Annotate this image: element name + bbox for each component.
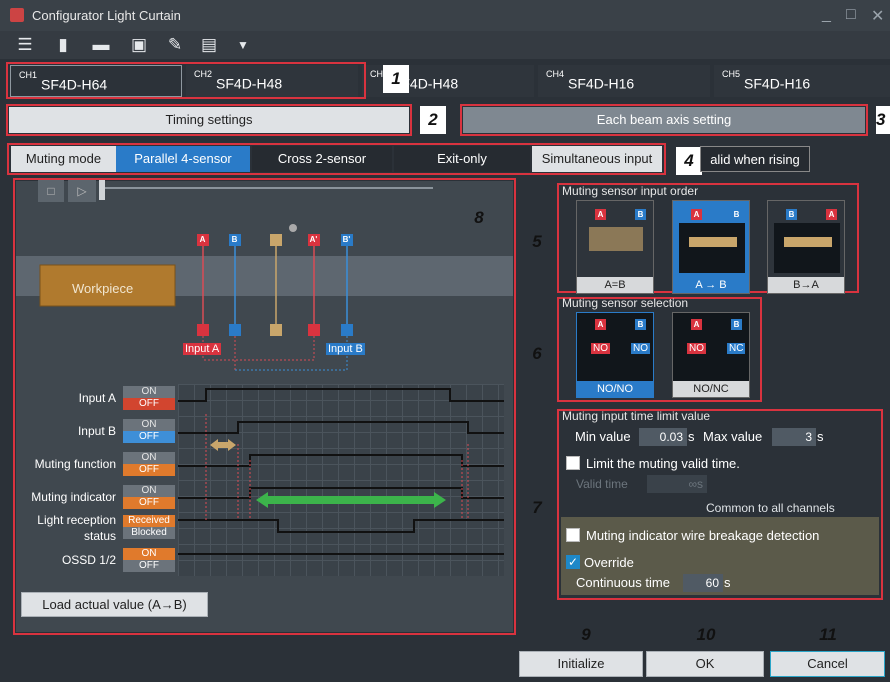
input-a-state[interactable]: ON OFF xyxy=(123,386,175,410)
override-checkbox[interactable]: ✓ xyxy=(566,555,580,569)
info-icon[interactable]: ▤ xyxy=(198,35,220,55)
dropdown-icon[interactable]: ▼ xyxy=(232,35,254,55)
input-a-tag: Input A xyxy=(183,343,222,355)
initialize-button[interactable]: Initialize xyxy=(519,651,643,677)
muting-function-state: ON OFF xyxy=(123,452,175,476)
muting-indicator-state: ON OFF xyxy=(123,485,175,509)
row-label-input-a: Input A xyxy=(78,391,116,405)
common-to-all-channels: Common to all channels xyxy=(706,501,835,515)
limit-valid-time-checkbox[interactable] xyxy=(566,456,580,470)
sensor-selection-title: Muting sensor selection xyxy=(562,296,689,310)
callout-9: 9 xyxy=(581,625,591,644)
workpiece-label: Workpiece xyxy=(72,281,134,296)
continuous-time-unit: s xyxy=(724,575,731,590)
min-value-input[interactable]: 0.03 xyxy=(639,428,687,446)
tab-ch4[interactable]: CH4SF4D-H16 xyxy=(538,65,710,97)
input-order-title: Muting sensor input order xyxy=(562,184,699,198)
callout-5: 5 xyxy=(532,232,542,251)
timing-waveforms xyxy=(178,388,504,555)
callout-10: 10 xyxy=(696,625,716,644)
toolbar: ☰ ▮ ▬ ▣ ✎ ▤ ▼ xyxy=(0,31,890,59)
maximize-button[interactable]: □ xyxy=(846,6,856,24)
wire-breakage-checkbox[interactable] xyxy=(566,528,580,542)
min-value-label: Min value xyxy=(575,429,631,444)
load-actual-value-button[interactable]: Load actual value (A→B) xyxy=(21,592,208,617)
sensor-a-no-2: NO xyxy=(687,343,706,354)
wire-breakage-label: Muting indicator wire breakage detection xyxy=(586,528,820,543)
max-value-unit: s xyxy=(817,429,824,444)
new-file-icon[interactable]: ▮ xyxy=(52,35,74,55)
close-button[interactable]: ✕ xyxy=(871,6,884,26)
row-label-muting-function: Muting function xyxy=(34,457,116,471)
time-limit-title: Muting input time limit value xyxy=(562,409,711,423)
sensor-selection-no-nc[interactable]: A B NO NC NO/NC xyxy=(672,312,750,398)
sensor-a-top: A xyxy=(197,234,208,245)
title-bar: Configurator Light Curtain _ □ ✕ xyxy=(0,0,890,31)
callout-11: 11 xyxy=(819,625,837,644)
sensor-a-no: NO xyxy=(591,343,610,354)
row-label-ossd: OSSD 1/2 xyxy=(61,553,116,567)
limit-valid-time-label: Limit the muting valid time. xyxy=(586,456,740,471)
callout-1: 1 xyxy=(383,65,409,93)
valid-time-label: Valid time xyxy=(576,477,628,491)
tab-ch5[interactable]: CH5SF4D-H16 xyxy=(714,65,890,97)
callout-6: 6 xyxy=(532,344,542,363)
window-title: Configurator Light Curtain xyxy=(32,8,181,23)
callout-box-4 xyxy=(7,143,666,175)
callout-7: 7 xyxy=(532,498,542,517)
input-order-b-to-a[interactable]: B A B→A xyxy=(767,200,845,294)
progress-slider-thumb[interactable] xyxy=(99,180,105,200)
row-label-light-reception-status: status xyxy=(83,529,116,543)
stop-button[interactable]: □ xyxy=(38,180,64,202)
sensor-b-no: NO xyxy=(631,343,650,354)
input-b-tag: Input B xyxy=(326,343,365,355)
ossd-state: ON OFF xyxy=(123,548,175,572)
sensor-selection-no-no[interactable]: A B NO NO NO/NO xyxy=(576,312,654,398)
max-value-label: Max value xyxy=(703,429,763,444)
input-b-state[interactable]: ON OFF xyxy=(123,419,175,443)
input-order-a-to-b[interactable]: A B A → B xyxy=(672,200,750,294)
menu-icon[interactable]: ☰ xyxy=(14,35,36,55)
row-label-input-b: Input B xyxy=(77,424,116,438)
input-order-a-equals-b[interactable]: A B A=B xyxy=(576,200,654,294)
callout-box-1 xyxy=(6,62,366,99)
app-icon xyxy=(10,8,24,22)
valid-when-rising-button[interactable]: alid when rising xyxy=(700,146,810,172)
callout-box-2 xyxy=(6,104,412,136)
cancel-button[interactable]: Cancel xyxy=(770,651,885,677)
callout-4: 4 xyxy=(676,147,702,175)
callout-3: 3 xyxy=(876,106,890,134)
callout-box-3 xyxy=(460,104,868,136)
save-icon[interactable]: ▣ xyxy=(128,35,150,55)
continuous-time-input[interactable]: 60 xyxy=(683,574,723,592)
sensor-b2-top: B' xyxy=(341,234,352,245)
callout-2: 2 xyxy=(420,106,446,134)
sensor-a2-top: A' xyxy=(308,234,319,245)
edit-icon[interactable]: ✎ xyxy=(164,35,186,55)
row-label-light-reception: Light reception xyxy=(37,513,116,527)
max-value-input[interactable]: 3 xyxy=(772,428,816,446)
override-label: Override xyxy=(584,555,634,570)
sensor-b-nc: NC xyxy=(727,343,746,354)
minimize-button[interactable]: _ xyxy=(822,6,831,24)
progress-slider-track[interactable] xyxy=(105,187,433,189)
play-button[interactable]: ▷ xyxy=(68,180,96,202)
ok-button[interactable]: OK xyxy=(646,651,764,677)
valid-time-input[interactable]: ∞s xyxy=(647,475,707,493)
sensor-b-top: B xyxy=(229,234,240,245)
open-folder-icon[interactable]: ▬ xyxy=(90,35,112,55)
row-label-muting-indicator: Muting indicator xyxy=(31,490,116,504)
continuous-time-label: Continuous time xyxy=(576,575,670,590)
min-value-unit: s xyxy=(688,429,695,444)
channel-tabs: CH1SF4D-H64 CH2SF4D-H48 CH3SF4D-H48 CH4S… xyxy=(0,59,890,103)
light-reception-state: Received Blocked xyxy=(123,515,175,539)
